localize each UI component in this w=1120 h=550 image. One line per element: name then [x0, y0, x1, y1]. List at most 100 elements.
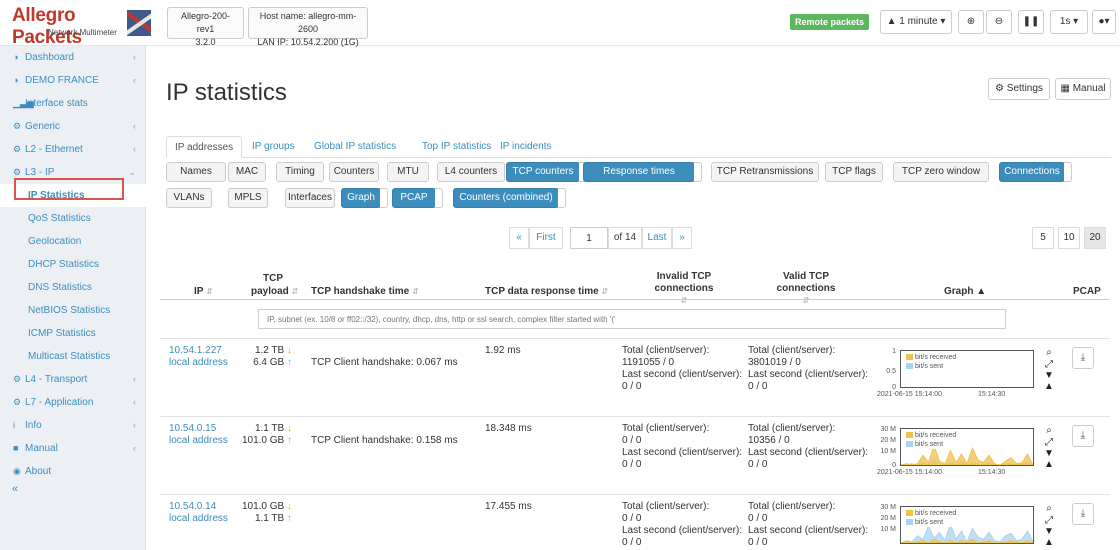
tab-ip-groups[interactable]: IP groups	[244, 136, 303, 158]
manual-button[interactable]: ▦ Manual	[1055, 78, 1111, 100]
col-header-response[interactable]: TCP data response time ⇵	[485, 286, 608, 298]
subtab-mpls[interactable]: MPLS	[228, 188, 268, 208]
col-header-valid[interactable]: Valid TCP connections ⇵	[754, 271, 858, 307]
ip-link[interactable]: 10.54.0.15	[169, 423, 216, 435]
sidebar-item-l2-ethernet[interactable]: ⚙ L2 - Ethernet ‹	[0, 138, 146, 161]
sidebar-item-interface-stats[interactable]: ▁▃▅Interface stats	[0, 92, 146, 115]
sort-icon: ⇵	[802, 296, 810, 305]
page-count: of 14	[608, 227, 642, 249]
sidebar-item-icmp-statistics[interactable]: ICMP Statistics	[0, 322, 146, 345]
prev-page-button[interactable]: «	[509, 227, 529, 249]
table-row: 10.54.1.227 local address 1.2 TB ↓ 6.4 GB ↑…	[160, 338, 1110, 416]
download-icon: ⤓	[1080, 508, 1086, 519]
sidebar-item-generic[interactable]: ⚙ Generic ‹	[0, 115, 146, 138]
filter-icon[interactable]: ▼	[1042, 370, 1056, 381]
sidebar-item-l4-transport[interactable]: ⚙ L4 - Transport ‹	[0, 368, 146, 391]
subtab-tcp-flags[interactable]: TCP flags	[825, 162, 883, 182]
sidebar-item-dhcp-statistics[interactable]: DHCP Statistics	[0, 253, 146, 276]
expand-icon[interactable]: ⤢	[1042, 515, 1056, 526]
col-header-payload[interactable]: payload ⇵	[251, 286, 298, 298]
filter-icon[interactable]: ▼	[1042, 526, 1056, 537]
tab-ip-addresses[interactable]: IP addresses	[166, 136, 243, 158]
subtab-pcap[interactable]: PCAP	[392, 188, 436, 208]
traffic-graph[interactable]: bit/s received bit/s sent	[900, 350, 1034, 388]
zoom-out-button[interactable]: ⊖	[986, 10, 1012, 34]
subtab-graph[interactable]: Graph	[341, 188, 381, 208]
subtab-mtu[interactable]: MTU	[387, 162, 429, 182]
col-header-ip[interactable]: IP ⇵	[194, 286, 213, 298]
subtab-tcp-zero-window[interactable]: TCP zero window	[893, 162, 989, 182]
sidebar-item-demo-france[interactable]: ◑ DEMO FRANCE ‹	[0, 69, 146, 92]
sidebar-item-geolocation[interactable]: Geolocation	[0, 230, 146, 253]
col-header-handshake[interactable]: TCP handshake time ⇵	[311, 286, 419, 298]
sidebar-item-label: Multicast Statistics	[28, 351, 111, 362]
first-page-button[interactable]: First	[529, 227, 563, 249]
search-icon[interactable]: ⌕	[1042, 347, 1056, 358]
search-icon[interactable]: ⌕	[1042, 503, 1056, 514]
traffic-graph[interactable]: bit/s received bit/s sent	[900, 428, 1034, 466]
sidebar-item-ip-statistics[interactable]: IP Statistics	[0, 184, 146, 207]
sidebar-item-qos-statistics[interactable]: QoS Statistics	[0, 207, 146, 230]
pcap-download-button[interactable]: ⤓	[1072, 503, 1094, 525]
user-menu-button[interactable]: ●▾	[1092, 10, 1116, 34]
sidebar-item-info[interactable]: i Info ‹	[0, 414, 146, 437]
next-page-button[interactable]: »	[672, 227, 692, 249]
sidebar-item-l7-application[interactable]: ⚙ L7 - Application ‹	[0, 391, 146, 414]
subtab-counters[interactable]: Counters	[329, 162, 379, 182]
area-chart-icon[interactable]: ▲	[1042, 459, 1056, 470]
expand-icon[interactable]: ⤢	[1042, 359, 1056, 370]
sidebar-item-multicast-statistics[interactable]: Multicast Statistics	[0, 345, 146, 368]
page-number-input[interactable]	[570, 227, 608, 249]
graph-legend: bit/s received bit/s sent	[906, 509, 964, 527]
subtab-names[interactable]: Names	[166, 162, 226, 182]
legend-swatch-sent	[906, 363, 913, 370]
sidebar-item-netbios-statistics[interactable]: NetBIOS Statistics	[0, 299, 146, 322]
toggle-tail	[1064, 162, 1072, 182]
area-chart-icon[interactable]: ▲	[1042, 537, 1056, 548]
filter-icon[interactable]: ▼	[1042, 448, 1056, 459]
interval-dropdown[interactable]: ▲ 1 minute ▾	[880, 10, 952, 34]
subtab-connections[interactable]: Connections	[999, 162, 1065, 182]
col-header-invalid[interactable]: Invalid TCP connections ⇵	[628, 271, 740, 307]
pcap-download-button[interactable]: ⤓	[1072, 347, 1094, 369]
payload-sent: 6.4 GB ↑	[240, 357, 292, 369]
sidebar-collapse-button[interactable]: «	[12, 483, 18, 495]
area-chart-icon[interactable]: ▲	[1042, 381, 1056, 392]
tab-ip-incidents[interactable]: IP incidents	[492, 136, 560, 158]
ip-filter-input[interactable]	[258, 309, 1006, 329]
subtab-counters-combined-[interactable]: Counters (combined)	[453, 188, 559, 208]
remote-packets-badge[interactable]: Remote packets	[790, 14, 870, 30]
tab-top-ip-statistics[interactable]: Top IP statistics	[414, 136, 499, 158]
ip-link[interactable]: 10.54.1.227	[169, 345, 222, 357]
sidebar-item-dns-statistics[interactable]: DNS Statistics	[0, 276, 146, 299]
zoom-in-button[interactable]: ⊕	[958, 10, 984, 34]
subtab-timing[interactable]: Timing	[276, 162, 324, 182]
logo[interactable]: Allegro Packets Network Multimeter	[0, 0, 151, 48]
subtab-vlans[interactable]: VLANs	[166, 188, 212, 208]
subtab-mac[interactable]: MAC	[228, 162, 266, 182]
pause-button[interactable]: ❚❚	[1018, 10, 1044, 34]
search-icon[interactable]: ⌕	[1042, 425, 1056, 436]
graph-time-end: 15:14:30	[978, 391, 1006, 398]
pcap-download-button[interactable]: ⤓	[1072, 425, 1094, 447]
sidebar-item-about[interactable]: ◉ About	[0, 460, 146, 483]
settings-button[interactable]: ⚙ Settings	[988, 78, 1050, 100]
traffic-graph[interactable]: bit/s received bit/s sent	[900, 506, 1034, 544]
subtab-l4-counters[interactable]: L4 counters	[437, 162, 505, 182]
legend-sent-label: bit/s sent	[915, 363, 944, 370]
subtab-tcp-counters[interactable]: TCP counters	[506, 162, 580, 182]
ip-link[interactable]: 10.54.0.14	[169, 501, 216, 513]
tab-global-ip-statistics[interactable]: Global IP statistics	[306, 136, 404, 158]
subtab-response-times[interactable]: Response times	[583, 162, 695, 182]
refresh-interval-dropdown[interactable]: 1s ▾	[1050, 10, 1088, 34]
subtab-tcp-retransmissions[interactable]: TCP Retransmissions	[711, 162, 819, 182]
page-size-20[interactable]: 20	[1084, 227, 1106, 249]
expand-icon[interactable]: ⤢	[1042, 437, 1056, 448]
sidebar-item-l3-ip[interactable]: ⚙ L3 - IP ⌄	[0, 161, 146, 184]
page-size-10[interactable]: 10	[1058, 227, 1080, 249]
sidebar-item-dashboard[interactable]: ◑ Dashboard ‹	[0, 46, 146, 69]
subtab-interfaces[interactable]: Interfaces	[285, 188, 335, 208]
last-page-button[interactable]: Last	[642, 227, 672, 249]
page-size-5[interactable]: 5	[1032, 227, 1054, 249]
sidebar-item-manual[interactable]: ■ Manual ‹	[0, 437, 146, 460]
